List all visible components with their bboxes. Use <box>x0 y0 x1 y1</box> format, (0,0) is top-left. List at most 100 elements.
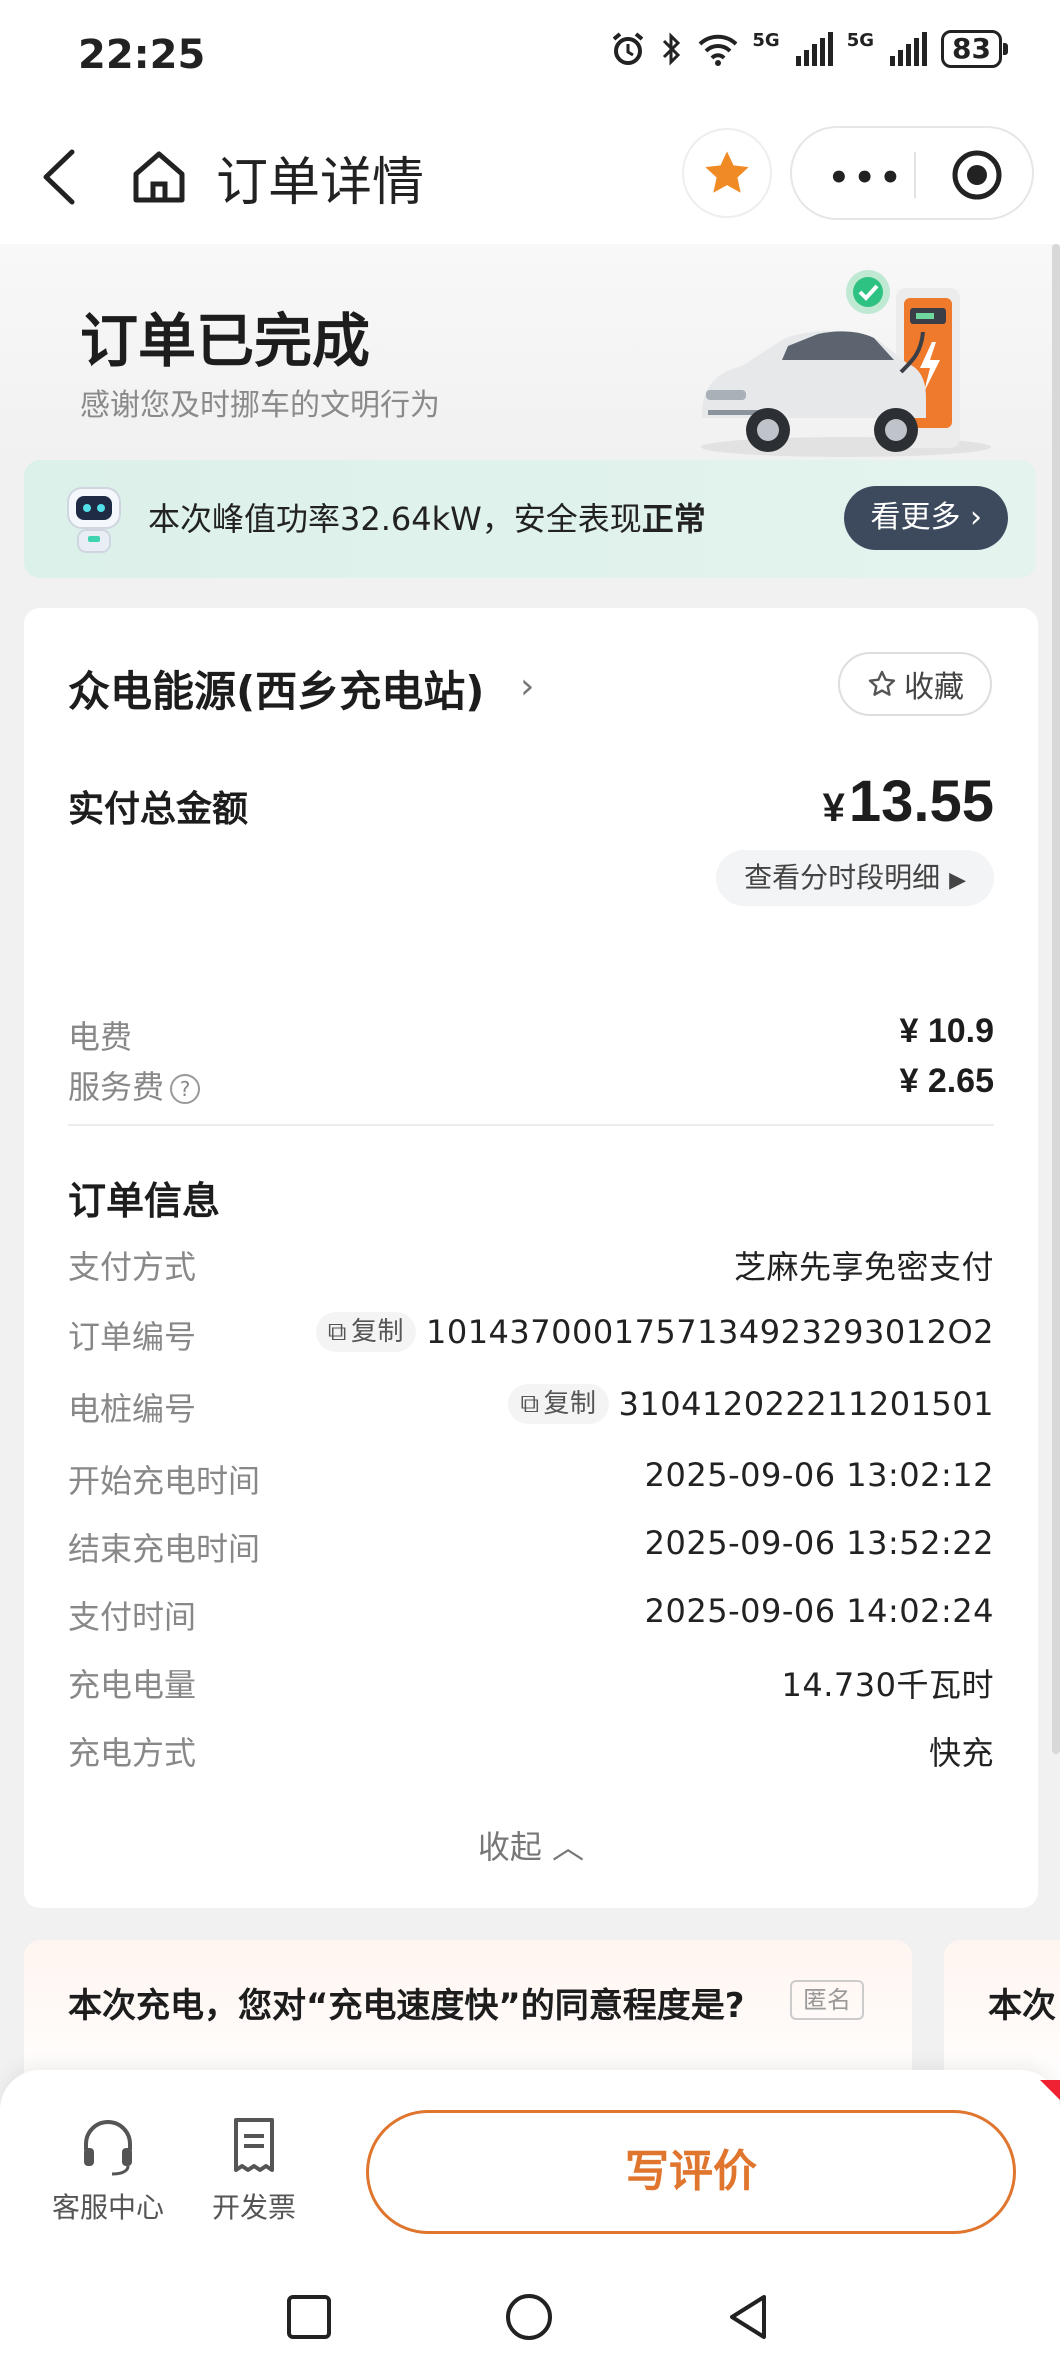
info-value: 2025-09-06 14:02:24 <box>644 1592 994 1630</box>
safety-status: 正常 <box>641 500 706 538</box>
total-amount-label: 实付总金额 <box>68 789 249 830</box>
page-title: 订单详情 <box>216 153 425 213</box>
status-bar: 22:25 5G 5G 83 <box>0 0 1060 112</box>
info-value: 快充 <box>928 1734 994 1772</box>
info-label: 充电电量 <box>68 1666 197 1704</box>
info-row-end-time: 结束充电时间 2025-09-06 13:52:22 <box>68 1524 994 1572</box>
fee-row-service: 服务费? ¥ 2.65 <box>68 1062 994 1112</box>
system-navigation-bar <box>0 2270 1060 2376</box>
order-detail-card: 众电能源(西乡充电站) › 收藏 实付总金额 ¥13.55 查看分时段明细 ▶ … <box>24 608 1038 1908</box>
favorite-button[interactable]: 收藏 <box>838 652 992 716</box>
total-amount: ¥13.55 <box>823 768 994 835</box>
period-detail-label: 查看分时段明细 <box>744 861 941 894</box>
info-row-payment-method: 支付方式 芝麻先享免密支付 <box>68 1242 994 1290</box>
more-options-button[interactable]: ••• <box>828 158 905 198</box>
receipt-icon <box>234 2118 274 2172</box>
order-status-header: 订单已完成 感谢您及时挪车的文明行为 <box>0 244 1060 460</box>
close-miniapp-icon[interactable] <box>950 148 1004 202</box>
info-value: 芝麻先享免密支付 <box>733 1248 994 1286</box>
network-type-2: 5G <box>846 30 875 51</box>
info-row-payment-time: 支付时间 2025-09-06 14:02:24 <box>68 1592 994 1640</box>
back-icon[interactable] <box>30 142 90 212</box>
fee-value: ¥ 10.9 <box>899 1012 994 1050</box>
info-value: 310412022211201501 <box>618 1385 994 1423</box>
order-info-title: 订单信息 <box>68 1179 221 1223</box>
info-label: 支付时间 <box>68 1598 197 1636</box>
info-value: 2025-09-06 13:02:12 <box>644 1456 994 1494</box>
order-status-subtitle: 感谢您及时挪车的文明行为 <box>80 388 440 423</box>
info-row-order-number: 订单编号 ⧉ 复制 1014370001757134923293012O2 <box>68 1312 994 1360</box>
home-icon[interactable] <box>124 142 194 212</box>
network-type-1: 5G <box>752 30 780 51</box>
copy-icon: ⧉ <box>520 1389 540 1419</box>
favorite-label: 收藏 <box>904 670 964 705</box>
safety-summary-text: 本次峰值功率32.64kW，安全表现正常 <box>148 494 706 540</box>
headset-icon <box>84 2120 132 2176</box>
chevron-right-icon: › <box>970 500 982 535</box>
safety-summary-prefix: 本次峰值功率32.64kW，安全表现 <box>148 500 642 538</box>
fee-row-electricity: 电费 ¥ 10.9 <box>68 1012 994 1062</box>
bluetooth-icon <box>663 32 681 66</box>
copy-icon: ⧉ <box>327 1317 347 1347</box>
see-more-button[interactable]: 看更多 › <box>844 486 1008 550</box>
info-row-charge-mode: 充电方式 快充 <box>68 1728 994 1776</box>
status-time: 22:25 <box>78 32 206 78</box>
write-review-button[interactable]: 写评价 <box>366 2110 1016 2234</box>
robot-assistant-icon <box>67 487 121 553</box>
help-icon[interactable]: ? <box>170 1074 201 1104</box>
star-icon <box>705 151 749 193</box>
info-label: 充电方式 <box>68 1734 197 1772</box>
info-label: 电桩编号 <box>68 1390 197 1428</box>
see-more-label: 看更多 <box>870 500 961 535</box>
info-label: 订单编号 <box>68 1318 197 1356</box>
chevron-up-icon: ︿ <box>552 1828 585 1866</box>
corner-badge <box>1040 2080 1060 2100</box>
car-charging-illustration <box>701 270 991 457</box>
info-value: 1014370001757134923293012O2 <box>425 1313 994 1351</box>
order-status-title: 订单已完成 <box>80 307 371 375</box>
info-row-start-time: 开始充电时间 2025-09-06 13:02:12 <box>68 1456 994 1504</box>
collapse-button[interactable]: 收起 ︿ <box>24 1822 1038 1868</box>
favorite-star-button[interactable] <box>682 128 772 218</box>
survey-question: 本次充电，您对“充电速度快”的同意程度是? <box>68 1986 745 2026</box>
copy-pile-number-button[interactable]: ⧉ 复制 <box>508 1384 609 1424</box>
nav-bar: 订单详情 ••• <box>0 112 1060 244</box>
status-icons: 5G 5G 83 <box>610 30 1008 68</box>
copy-order-number-button[interactable]: ⧉ 复制 <box>315 1312 416 1352</box>
fee-label: 服务费 <box>68 1068 165 1106</box>
period-detail-button[interactable]: 查看分时段明细 ▶ <box>716 850 994 906</box>
scrollbar[interactable] <box>1052 244 1060 1754</box>
alarm-icon <box>613 32 644 65</box>
info-row-pile-number: 电桩编号 ⧉ 复制 310412022211201501 <box>68 1384 994 1432</box>
info-value: 2025-09-06 13:52:22 <box>644 1524 994 1562</box>
fee-value: ¥ 2.65 <box>899 1062 994 1100</box>
back-triangle-icon[interactable] <box>724 2292 774 2342</box>
survey-question-next: 本次 <box>988 1986 1056 2026</box>
currency-symbol: ¥ <box>822 786 845 830</box>
copy-label: 复制 <box>543 1389 597 1419</box>
caret-right-icon: ▶ <box>949 868 966 893</box>
station-name[interactable]: 众电能源(西乡充电站) <box>68 658 484 719</box>
anonymous-badge: 匿名 <box>790 1980 864 2020</box>
collapse-label: 收起 <box>477 1828 542 1866</box>
copy-label: 复制 <box>350 1317 404 1347</box>
customer-service-button[interactable]: 客服中心 <box>38 2114 178 2226</box>
info-row-energy: 充电电量 14.730千瓦时 <box>68 1660 994 1708</box>
signal-icon <box>795 32 833 66</box>
capsule-divider <box>914 152 916 198</box>
order-detail-page: 22:25 5G 5G 83 订单详情 ••• 订单已完成 感谢您及时挪车的文明… <box>0 0 1060 2376</box>
info-label: 结束充电时间 <box>68 1530 261 1568</box>
divider <box>68 1124 994 1126</box>
recent-apps-icon[interactable] <box>284 2292 334 2342</box>
wifi-icon <box>699 34 738 66</box>
invoice-button[interactable]: 开发票 <box>184 2114 324 2226</box>
customer-service-label: 客服中心 <box>51 2191 164 2224</box>
signal-icon-2 <box>890 32 928 66</box>
total-amount-value: 13.55 <box>848 769 994 834</box>
invoice-label: 开发票 <box>211 2191 296 2224</box>
home-circle-icon[interactable] <box>504 2292 554 2342</box>
chevron-right-icon[interactable]: › <box>520 666 534 707</box>
miniapp-capsule: ••• <box>790 126 1034 220</box>
battery-indicator: 83 <box>941 30 1008 68</box>
fee-label: 电费 <box>68 1018 133 1056</box>
